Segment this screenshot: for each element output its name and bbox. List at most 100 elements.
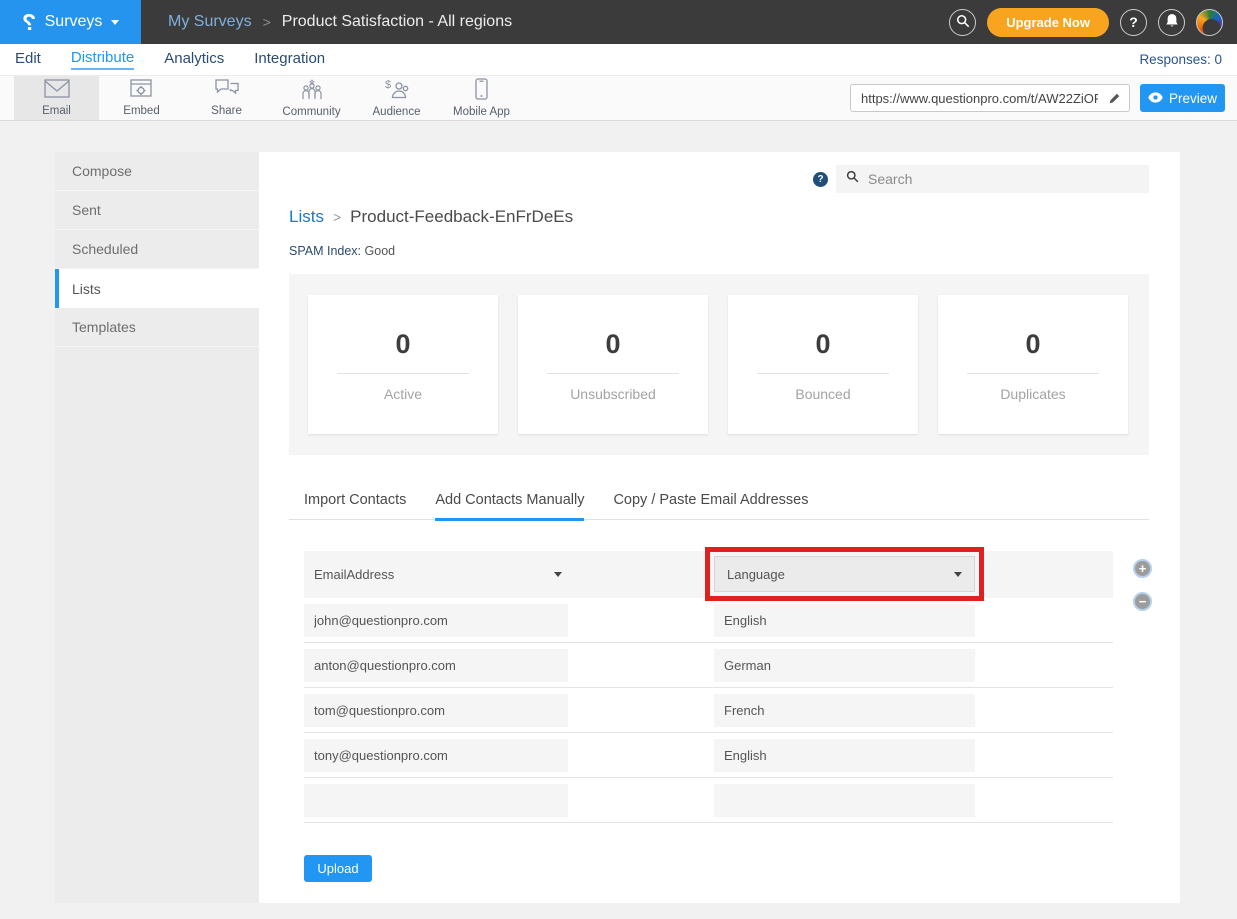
toolbar-item-share[interactable]: Share (184, 76, 269, 120)
language-column-label: Language (727, 567, 785, 582)
lists-panel: ? Lists > Product-Feedback-EnFrDeEs SPAM… (259, 152, 1180, 903)
preview-button[interactable]: Preview (1140, 84, 1225, 112)
toolbar-item-community[interactable]: Community (269, 76, 354, 120)
row-controls: + − (1133, 559, 1152, 611)
eye-icon (1148, 91, 1163, 106)
avatar[interactable] (1196, 9, 1223, 36)
sidebar-item-compose[interactable]: Compose (55, 152, 259, 191)
notifications-button[interactable] (1158, 9, 1185, 36)
contacts-table: EmailAddress Language (304, 551, 1113, 823)
survey-nav: Edit Distribute Analytics Integration Re… (0, 44, 1237, 76)
contact-row (304, 688, 1113, 733)
breadcrumb-separator: > (333, 209, 341, 225)
share-icon (214, 79, 240, 104)
breadcrumb-lists-link[interactable]: Lists (289, 207, 324, 227)
tab-distribute[interactable]: Distribute (71, 49, 134, 70)
toolbar-item-email[interactable]: Email (14, 76, 99, 120)
email-input[interactable] (304, 649, 568, 682)
email-sidebar: Compose Sent Scheduled Lists Templates (55, 152, 259, 903)
spam-index: SPAM Index: Good (289, 244, 1149, 258)
contact-row (304, 598, 1113, 643)
divider (547, 373, 679, 374)
language-input[interactable] (714, 694, 975, 727)
add-row-button[interactable]: + (1133, 559, 1152, 578)
global-search-button[interactable] (949, 9, 976, 36)
language-column-select[interactable]: Language (714, 556, 975, 592)
list-searchbox (836, 165, 1149, 193)
sidebar-item-sent[interactable]: Sent (55, 191, 259, 230)
language-input[interactable] (714, 649, 975, 682)
stat-card-unsubscribed: 0 Unsubscribed (518, 295, 708, 434)
toolbar-item-audience[interactable]: $ Audience (354, 76, 439, 120)
bell-icon (1165, 13, 1179, 31)
breadcrumb-my-surveys[interactable]: My Surveys (168, 13, 252, 31)
language-input[interactable] (714, 784, 975, 817)
email-input[interactable] (304, 604, 568, 637)
product-switcher-label: Surveys (45, 13, 103, 31)
help-icon[interactable]: ? (813, 172, 828, 187)
help-button[interactable]: ? (1120, 9, 1147, 36)
mobile-app-icon (475, 78, 488, 105)
toolbar-item-label: Share (211, 105, 242, 117)
toolbar-item-embed[interactable]: Embed (99, 76, 184, 120)
questionpro-logo-icon: ? (22, 11, 36, 34)
sidebar-item-lists[interactable]: Lists (55, 269, 259, 308)
search-icon (846, 170, 859, 188)
embed-icon (130, 79, 153, 104)
contact-row (304, 733, 1113, 778)
tab-integration[interactable]: Integration (254, 50, 325, 69)
stat-card-bounced: 0 Bounced (728, 295, 918, 434)
page-body: Compose Sent Scheduled Lists Templates ?… (0, 121, 1237, 919)
survey-url-input[interactable] (851, 91, 1100, 106)
email-input[interactable] (304, 784, 568, 817)
stat-value: 0 (728, 329, 918, 360)
brand-menu[interactable]: ? Surveys (0, 0, 141, 44)
toolbar-item-label: Audience (373, 106, 421, 118)
list-breadcrumb: Lists > Product-Feedback-EnFrDeEs (289, 207, 1149, 227)
email-column-select[interactable]: EmailAddress (314, 551, 562, 598)
divider (337, 373, 469, 374)
email-input[interactable] (304, 739, 568, 772)
search-icon (956, 14, 970, 31)
tab-analytics[interactable]: Analytics (164, 50, 224, 69)
stat-card-active: 0 Active (308, 295, 498, 434)
survey-url-box (850, 84, 1130, 112)
toolbar-item-label: Community (282, 106, 340, 118)
search-input[interactable] (868, 171, 1139, 187)
upgrade-now-button[interactable]: Upgrade Now (987, 8, 1109, 37)
plus-icon: + (1139, 562, 1147, 575)
tab-edit[interactable]: Edit (15, 50, 41, 69)
remove-row-button[interactable]: − (1133, 592, 1152, 611)
language-input[interactable] (714, 604, 975, 637)
sidebar-item-templates[interactable]: Templates (55, 308, 259, 347)
question-mark-icon: ? (1129, 14, 1138, 30)
email-icon (44, 79, 70, 104)
svg-text:$: $ (385, 79, 391, 91)
divider (967, 373, 1099, 374)
toolbar-item-label: Mobile App (453, 106, 510, 118)
responses-count: Responses: 0 (1139, 52, 1222, 67)
language-input[interactable] (714, 739, 975, 772)
upload-button[interactable]: Upload (304, 855, 372, 882)
edit-url-pencil-icon[interactable] (1100, 92, 1129, 105)
stat-label: Active (308, 386, 498, 402)
sidebar-item-scheduled[interactable]: Scheduled (55, 230, 259, 269)
chevron-down-icon (554, 572, 562, 577)
contacts-tabs: Import Contacts Add Contacts Manually Co… (289, 492, 1149, 520)
stat-card-duplicates: 0 Duplicates (938, 295, 1128, 434)
list-stats: 0 Active 0 Unsubscribed 0 Bounced 0 Dupl… (289, 274, 1149, 455)
tab-add-contacts-manually[interactable]: Add Contacts Manually (435, 492, 584, 521)
tab-import-contacts[interactable]: Import Contacts (304, 492, 406, 521)
contact-row (304, 643, 1113, 688)
email-input[interactable] (304, 694, 568, 727)
stat-label: Unsubscribed (518, 386, 708, 402)
distribute-toolbar: Email Embed Share Community $ Audience M… (0, 76, 1237, 121)
toolbar-item-mobile-app[interactable]: Mobile App (439, 76, 524, 120)
tab-copy-paste-email-addresses[interactable]: Copy / Paste Email Addresses (613, 492, 808, 521)
stat-value: 0 (518, 329, 708, 360)
divider (757, 373, 889, 374)
chevron-down-icon (111, 20, 119, 25)
community-icon (299, 79, 325, 105)
breadcrumb-current-list: Product-Feedback-EnFrDeEs (350, 207, 573, 227)
toolbar-item-label: Email (42, 105, 71, 117)
